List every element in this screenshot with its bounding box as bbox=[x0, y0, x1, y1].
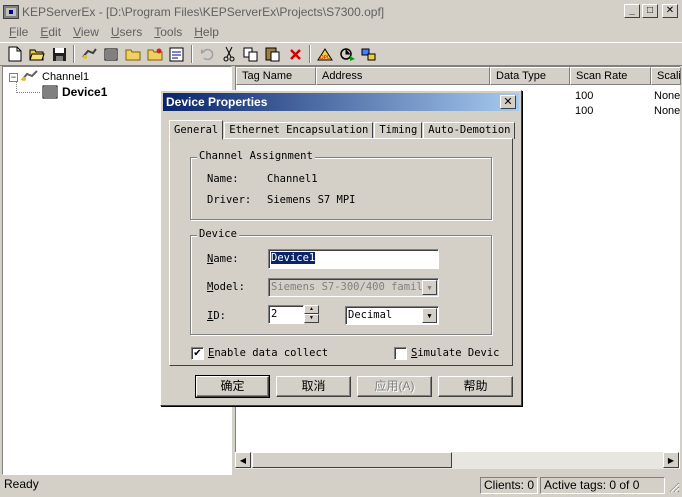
paste-icon[interactable] bbox=[262, 44, 284, 64]
collapse-icon[interactable]: − bbox=[9, 72, 18, 82]
menu-view[interactable]: View bbox=[67, 25, 105, 39]
scroll-right-icon[interactable]: ▶ bbox=[663, 452, 679, 468]
device-icon bbox=[41, 85, 59, 99]
tab-general[interactable]: General bbox=[169, 120, 224, 140]
app-icon bbox=[3, 4, 19, 19]
minimize-button[interactable]: _ bbox=[624, 4, 640, 18]
new-device-icon[interactable] bbox=[100, 44, 122, 64]
id-spinner[interactable]: ▲ ▼ bbox=[304, 305, 319, 323]
tab-auto-demotion[interactable]: Auto-Demotion bbox=[423, 122, 516, 139]
driver-label: Driver: bbox=[207, 194, 252, 206]
column-address[interactable]: Address bbox=[316, 67, 490, 85]
new-tag-icon[interactable] bbox=[144, 44, 166, 64]
channel-assignment-group: Channel Assignment Name: Channel1 Driver… bbox=[190, 150, 492, 220]
row-2-scaling: None bbox=[654, 105, 681, 117]
menu-bar: File Edit View Users Tools Help bbox=[0, 23, 682, 41]
delete-icon[interactable] bbox=[284, 44, 306, 64]
device-name-label: Name: bbox=[207, 253, 239, 265]
maximize-button[interactable]: □ bbox=[642, 4, 658, 18]
quick-client-icon[interactable]: OPC bbox=[314, 44, 336, 64]
help-button[interactable]: 帮助 bbox=[438, 376, 513, 397]
channel-assignment-legend: Channel Assignment bbox=[197, 150, 315, 162]
undo-icon[interactable] bbox=[196, 44, 218, 64]
model-select[interactable]: Siemens S7-300/400 family ▼ bbox=[268, 278, 439, 297]
status-active-tags: Active tags: 0 of 0 bbox=[540, 477, 665, 494]
column-data-type[interactable]: Data Type bbox=[490, 67, 570, 85]
menu-file[interactable]: File bbox=[3, 25, 34, 39]
runtime-connect-icon[interactable] bbox=[336, 44, 358, 64]
tag-list-header: Tag Name Address Data Type Scan Rate Sca… bbox=[236, 67, 681, 85]
id-input[interactable]: 2 bbox=[268, 305, 304, 324]
model-label: Model: bbox=[207, 281, 245, 293]
spin-down-icon[interactable]: ▼ bbox=[304, 314, 319, 323]
chevron-down-icon[interactable]: ▼ bbox=[422, 308, 437, 323]
menu-help[interactable]: Help bbox=[188, 25, 225, 39]
properties-icon[interactable] bbox=[166, 44, 188, 64]
id-label: ID: bbox=[207, 310, 226, 322]
simulate-device-label: Simulate Devic bbox=[411, 347, 500, 359]
save-icon[interactable] bbox=[48, 44, 70, 64]
tab-ethernet-encapsulation[interactable]: Ethernet Encapsulation bbox=[224, 122, 374, 139]
dialog-close-button[interactable]: ✕ bbox=[500, 95, 516, 109]
device-group: Device Name: Device1 Model: Siemens S7-3… bbox=[190, 228, 492, 335]
copy-icon[interactable] bbox=[240, 44, 262, 64]
new-group-icon[interactable] bbox=[122, 44, 144, 64]
scroll-left-icon[interactable]: ◀ bbox=[235, 452, 251, 468]
open-folder-icon[interactable] bbox=[26, 44, 48, 64]
ok-button[interactable]: 确定 bbox=[195, 375, 270, 398]
dialog-title-bar[interactable]: Device Properties ✕ bbox=[163, 93, 519, 111]
toolbar: OPC bbox=[0, 42, 682, 66]
status-clients: Clients: 0 bbox=[480, 477, 538, 494]
svg-text:OPC: OPC bbox=[320, 55, 331, 61]
dialog-tabs: General Ethernet Encapsulation Timing Au… bbox=[169, 119, 516, 140]
cut-icon[interactable] bbox=[218, 44, 240, 64]
menu-users[interactable]: Users bbox=[105, 25, 148, 39]
simulate-device-checkbox[interactable] bbox=[394, 347, 407, 360]
column-tag-name[interactable]: Tag Name bbox=[236, 67, 316, 85]
row-1-scan-rate: 100 bbox=[575, 90, 594, 102]
tree-device-label: Device1 bbox=[62, 85, 108, 99]
channel-icon bbox=[21, 70, 39, 84]
menu-tools[interactable]: Tools bbox=[148, 25, 188, 39]
row-2-scan-rate: 100 bbox=[575, 105, 594, 117]
scroll-thumb[interactable] bbox=[252, 452, 452, 468]
cancel-button[interactable]: 取消 bbox=[276, 376, 351, 397]
driver-value: Siemens S7 MPI bbox=[267, 194, 356, 206]
device-legend: Device bbox=[197, 228, 239, 240]
column-scaling[interactable]: Scaling bbox=[651, 67, 681, 85]
tab-timing[interactable]: Timing bbox=[374, 122, 423, 139]
enable-data-collection-label: Enable data collect bbox=[208, 347, 329, 359]
runtime-disconnect-icon[interactable] bbox=[358, 44, 380, 64]
channel-name-value: Channel1 bbox=[267, 173, 318, 185]
chevron-down-icon[interactable]: ▼ bbox=[422, 280, 437, 295]
window-title: KEPServerEx - [D:\Program Files\KEPServe… bbox=[22, 4, 385, 19]
dialog-title: Device Properties bbox=[166, 95, 268, 109]
column-scan-rate[interactable]: Scan Rate bbox=[570, 67, 651, 85]
spin-up-icon[interactable]: ▲ bbox=[304, 305, 319, 314]
tree-channel-label: Channel1 bbox=[42, 71, 90, 83]
channel-name-label: Name: bbox=[207, 173, 239, 185]
general-tab-panel: Channel Assignment Name: Channel1 Driver… bbox=[169, 138, 513, 366]
new-channel-icon[interactable] bbox=[78, 44, 100, 64]
id-format-select[interactable]: Decimal ▼ bbox=[345, 306, 439, 325]
horizontal-scrollbar[interactable]: ◀ ▶ bbox=[235, 452, 679, 469]
status-ready: Ready bbox=[4, 477, 39, 491]
tree-item-channel[interactable]: − Channel1 bbox=[9, 69, 89, 85]
close-button[interactable]: ✕ bbox=[662, 4, 678, 18]
device-properties-dialog: Device Properties ✕ General Ethernet Enc… bbox=[160, 90, 522, 406]
device-name-input[interactable]: Device1 bbox=[268, 249, 439, 269]
enable-data-collection-checkbox[interactable]: ✔ bbox=[191, 347, 204, 360]
new-file-icon[interactable] bbox=[4, 44, 26, 64]
title-bar[interactable]: KEPServerEx - [D:\Program Files\KEPServe… bbox=[0, 0, 682, 23]
apply-button[interactable]: 应用(A) bbox=[357, 376, 432, 397]
menu-edit[interactable]: Edit bbox=[34, 25, 67, 39]
resize-grip-icon[interactable] bbox=[668, 481, 680, 493]
main-window: KEPServerEx - [D:\Program Files\KEPServe… bbox=[0, 0, 682, 497]
status-bar: Ready Clients: 0 Active tags: 0 of 0 bbox=[0, 476, 682, 496]
row-1-scaling: None bbox=[654, 90, 681, 102]
tree-item-device[interactable]: Device1 bbox=[41, 84, 107, 100]
